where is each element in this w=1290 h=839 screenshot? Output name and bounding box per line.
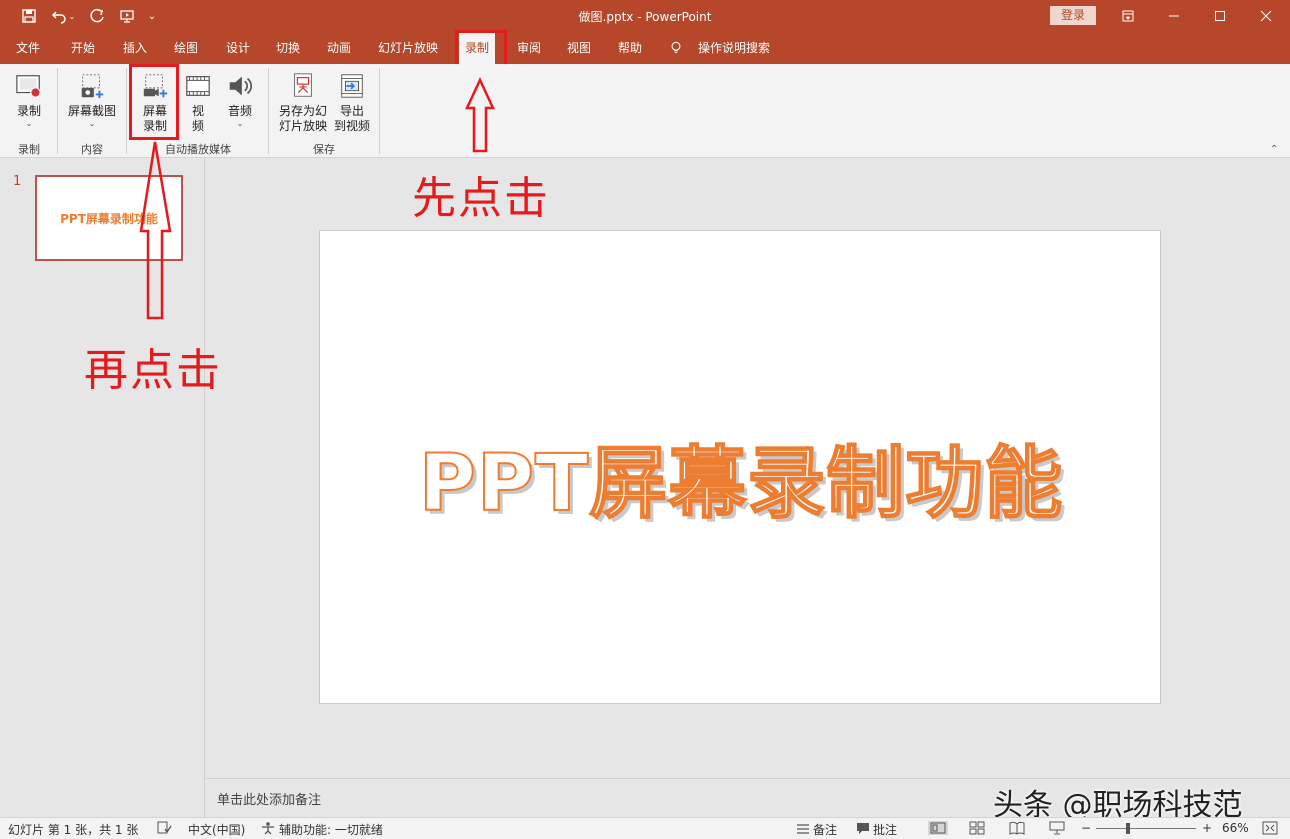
slide-title[interactable]: PPT屏幕录制功能 xyxy=(320,421,1162,533)
tab-help[interactable]: 帮助 xyxy=(612,32,648,64)
slide-canvas[interactable]: PPT屏幕录制功能 xyxy=(319,230,1161,704)
tab-animations[interactable]: 动画 xyxy=(321,32,357,64)
slide-number: 1 xyxy=(13,174,22,189)
tab-review[interactable]: 审阅 xyxy=(511,32,547,64)
document-title: 做图.pptx - PowerPoint xyxy=(578,10,712,24)
zoom-slider[interactable] xyxy=(1096,828,1196,829)
group-divider xyxy=(268,68,269,154)
group-label-automedia: 自动播放媒体 xyxy=(165,143,231,156)
comments-toggle[interactable]: 批注 xyxy=(873,821,897,838)
video-label-1: 视 xyxy=(191,104,204,118)
zoom-level[interactable]: 66% xyxy=(1222,821,1249,835)
zoom-in-icon[interactable]: + xyxy=(1202,821,1212,835)
collapse-ribbon-icon[interactable]: ⌃ xyxy=(1270,144,1278,155)
recording-tab-highlight xyxy=(455,30,507,67)
record-label: 录制 xyxy=(16,104,41,118)
first-click-annotation: 先点击 xyxy=(412,173,550,224)
reading-view-icon[interactable] xyxy=(1009,821,1025,835)
status-bar: 幻灯片 第 1 张，共 1 张 中文(中国) 辅助功能: 一切就绪 备注 批注 … xyxy=(0,817,1290,839)
tab-draw[interactable]: 绘图 xyxy=(168,32,204,64)
group-label-save: 保存 xyxy=(313,143,335,156)
notes-toggle[interactable]: 备注 xyxy=(813,821,837,838)
comments-icon xyxy=(857,823,869,834)
spelling-check-icon[interactable] xyxy=(156,821,172,835)
notes-placeholder: 单击此处添加备注 xyxy=(217,793,322,808)
record-button[interactable]: 录制 ⌄ xyxy=(12,70,46,129)
tab-slideshow[interactable]: 幻灯片放映 xyxy=(372,32,444,64)
group-divider xyxy=(379,68,380,154)
title-bar: ⌄ ⌄ 做图.pptx - PowerPoint 登录 xyxy=(0,0,1290,32)
export-video-label-2: 到视频 xyxy=(333,119,370,133)
screenshot-button[interactable]: 屏幕截图 ⌄ xyxy=(66,70,118,129)
record-icon xyxy=(14,70,44,102)
zoom-slider-thumb[interactable] xyxy=(1126,823,1130,834)
video-label-2: 频 xyxy=(191,119,204,133)
save-as-show-button[interactable]: 另存为幻 灯片放映 xyxy=(276,70,330,134)
language-status[interactable]: 中文(中国) xyxy=(188,821,245,838)
ribbon: 录制 ⌄ 屏幕截图 ⌄ 屏幕 录制 视 频 音频 ⌄ 另存为幻 灯片放映 导出 … xyxy=(0,64,1290,158)
slide-thumbnail-text: PPT屏幕录制功能 xyxy=(60,211,158,226)
tab-design[interactable]: 设计 xyxy=(220,32,256,64)
maximize-icon[interactable] xyxy=(1197,0,1243,32)
slideshow-view-icon[interactable] xyxy=(1049,821,1065,835)
group-divider xyxy=(126,68,127,154)
ribbon-display-options-icon[interactable] xyxy=(1105,0,1151,32)
save-as-show-label-1: 另存为幻 xyxy=(278,104,327,118)
tab-view[interactable]: 视图 xyxy=(561,32,597,64)
video-button[interactable]: 视 频 xyxy=(183,70,213,134)
screenshot-icon xyxy=(77,70,107,102)
export-video-icon xyxy=(337,70,367,102)
login-button[interactable]: 登录 xyxy=(1050,6,1096,25)
audio-button[interactable]: 音频 ⌄ xyxy=(224,70,256,129)
customize-qat-icon[interactable]: ⌄ xyxy=(144,6,160,26)
redo-icon[interactable] xyxy=(86,6,108,26)
export-video-button[interactable]: 导出 到视频 xyxy=(333,70,371,134)
lightbulb-icon xyxy=(666,32,686,64)
normal-view-icon[interactable] xyxy=(928,821,948,835)
fit-to-window-icon[interactable] xyxy=(1262,821,1278,835)
accessibility-status[interactable]: 辅助功能: 一切就绪 xyxy=(279,821,383,838)
screenshot-label: 屏幕截图 xyxy=(67,104,116,118)
tab-file[interactable]: 文件 xyxy=(10,32,46,64)
minimize-icon[interactable] xyxy=(1151,0,1197,32)
slide-thumbnail[interactable]: PPT屏幕录制功能 xyxy=(35,175,183,261)
audio-label: 音频 xyxy=(227,104,252,118)
audio-dropdown-icon: ⌄ xyxy=(236,119,244,128)
save-icon[interactable] xyxy=(18,6,40,26)
export-video-label-1: 导出 xyxy=(339,104,364,118)
screen-recording-highlight xyxy=(129,64,179,140)
zoom-out-icon[interactable]: − xyxy=(1081,821,1091,835)
save-as-show-label-2: 灯片放映 xyxy=(278,119,327,133)
present-from-start-icon[interactable] xyxy=(116,6,138,26)
slide-thumbnail-pane: 1 PPT屏幕录制功能 xyxy=(0,158,205,817)
group-divider xyxy=(57,68,58,154)
notes-icon xyxy=(797,824,809,834)
group-label-record: 录制 xyxy=(18,143,40,156)
record-dropdown-icon: ⌄ xyxy=(25,119,33,128)
tab-insert[interactable]: 插入 xyxy=(117,32,153,64)
ribbon-tabs: 文件 开始 插入 绘图 设计 切换 动画 幻灯片放映 录制 审阅 视图 帮助 操… xyxy=(0,32,1290,88)
tab-home[interactable]: 开始 xyxy=(65,32,101,64)
slide-count-status: 幻灯片 第 1 张，共 1 张 xyxy=(8,823,139,837)
screenshot-dropdown-icon: ⌄ xyxy=(88,119,96,128)
tab-transitions[interactable]: 切换 xyxy=(270,32,306,64)
save-as-show-icon xyxy=(288,70,318,102)
speaker-icon xyxy=(225,70,255,102)
undo-dropdown-icon[interactable]: ⌄ xyxy=(66,6,78,26)
group-label-content: 内容 xyxy=(81,143,103,156)
tell-me-search[interactable]: 操作说明搜索 xyxy=(692,32,776,64)
film-icon xyxy=(183,70,213,102)
then-click-annotation: 再点击 xyxy=(84,345,222,396)
close-icon[interactable] xyxy=(1243,0,1289,32)
slide-sorter-icon[interactable] xyxy=(969,821,985,835)
accessibility-icon[interactable] xyxy=(260,821,276,835)
